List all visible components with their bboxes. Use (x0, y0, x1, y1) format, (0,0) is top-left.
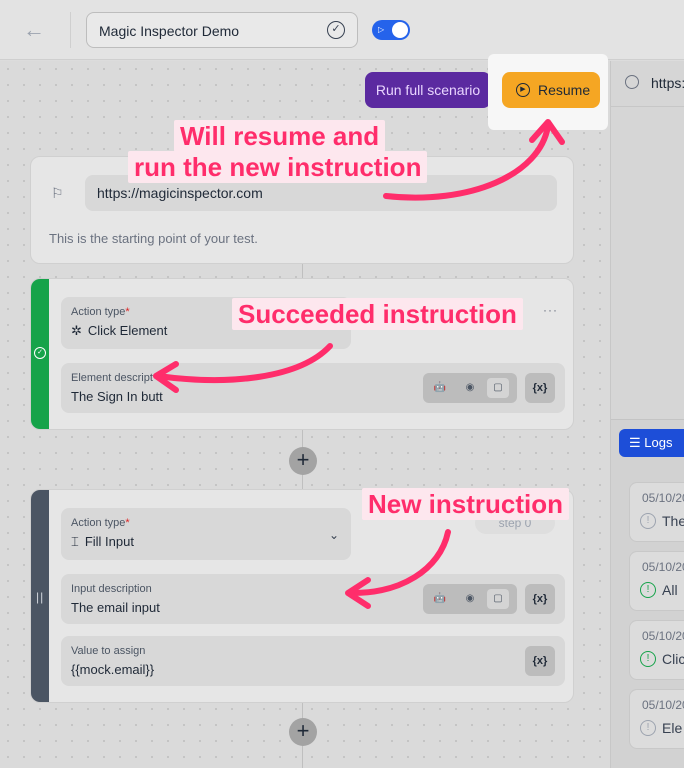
list-icon: ☰ (629, 435, 641, 450)
annotation-resume-line2: run the new instruction (128, 151, 428, 183)
scenario-name-field[interactable]: Magic Inspector Demo ✓ (86, 12, 358, 48)
action-type-value: ⌶ Fill Input (71, 534, 134, 549)
play-icon: ▷ (378, 25, 385, 34)
action-type-value: ✲ Click Element (71, 323, 168, 338)
eye-icon[interactable]: ◉ (459, 378, 481, 398)
add-step-button[interactable]: + (289, 447, 317, 475)
drag-handle-icon[interactable]: || (36, 590, 44, 604)
flag-icon: ⚐ (51, 185, 64, 201)
toggle-knob (392, 22, 408, 38)
log-message: All (662, 582, 678, 598)
log-date: 05/10/20 (642, 491, 684, 505)
element-description-field[interactable]: Element descript The Sign In butt 🤖 ◉ ▢ … (61, 363, 565, 413)
chevron-down-icon: ⌄ (328, 528, 339, 542)
status-bar-pending: || (31, 490, 49, 702)
browser-url[interactable]: https: (651, 75, 684, 91)
annotation-new: New instruction (362, 488, 570, 520)
status-bar-success: ✓ (31, 279, 49, 429)
browser-panel: https: ☰ Logs 05/10/20 ! The 05/10/20 ! … (610, 61, 684, 768)
success-icon: ! (640, 582, 656, 598)
globe-icon (625, 75, 639, 89)
input-description-field[interactable]: Input description The email input 🤖 ◉ ▢ … (61, 574, 565, 624)
log-entry[interactable]: 05/10/20 ! Ele (629, 689, 684, 749)
log-entry[interactable]: 05/10/20 ! The (629, 482, 684, 542)
arrow-left-icon: ← (23, 17, 45, 42)
log-date: 05/10/20 (642, 629, 684, 643)
log-entry[interactable]: 05/10/20 ! All (629, 551, 684, 611)
logs-tab[interactable]: ☰ Logs (619, 429, 684, 457)
annotation-succeeded: Succeeded instruction (232, 298, 523, 330)
info-icon: ! (640, 720, 656, 736)
element-description-label: Element descript (71, 372, 153, 384)
log-message: Ele (662, 720, 683, 736)
value-to-assign-field[interactable]: Value to assign {{mock.email}} {x} (61, 636, 565, 686)
resume-highlight: ▶ Resume (488, 54, 608, 130)
input-description-value: The email input (71, 600, 160, 615)
variable-button[interactable]: {x} (525, 373, 555, 403)
success-icon: ! (640, 651, 656, 667)
resume-label: Resume (538, 82, 591, 98)
code-icon[interactable]: ▢ (487, 589, 509, 609)
more-options-icon[interactable]: ··· (543, 303, 558, 317)
value-to-assign-value: {{mock.email}} (71, 662, 155, 677)
divider (70, 12, 71, 48)
locator-toolgroup: 🤖 ◉ ▢ (423, 373, 517, 403)
logs-panel: ☰ Logs 05/10/20 ! The 05/10/20 ! All 05/… (611, 419, 684, 768)
scenario-name-text: Magic Inspector Demo (99, 23, 240, 39)
logs-tab-label: Logs (644, 435, 673, 450)
resume-button[interactable]: ▶ Resume (502, 72, 600, 108)
log-date: 05/10/20 (642, 560, 684, 574)
action-type-select[interactable]: Action type* ⌶ Fill Input ⌄ (61, 508, 351, 560)
input-icon: ⌶ (71, 534, 79, 549)
divider (611, 106, 684, 107)
info-icon: ! (640, 513, 656, 529)
step-card-new[interactable]: || Action type* ⌶ Fill Input ⌄ step 0 Inp… (30, 489, 574, 703)
input-description-label: Input description (71, 583, 152, 595)
log-message: Clic (662, 651, 684, 667)
log-date: 05/10/20 (642, 698, 684, 712)
connector-line (302, 264, 303, 278)
back-button[interactable]: ← (20, 16, 48, 44)
check-circle-icon[interactable]: ✓ (327, 21, 345, 39)
variable-button[interactable]: {x} (525, 646, 555, 676)
annotation-resume-line1: Will resume and (174, 120, 386, 152)
mode-toggle[interactable]: ▷ (372, 20, 410, 40)
click-icon: ✲ (71, 323, 82, 338)
add-step-button[interactable]: + (289, 718, 317, 746)
variable-button[interactable]: {x} (525, 584, 555, 614)
eye-icon[interactable]: ◉ (459, 589, 481, 609)
run-full-scenario-button[interactable]: Run full scenario (365, 72, 491, 108)
value-to-assign-label: Value to assign (71, 645, 146, 657)
robot-icon[interactable]: 🤖 (429, 378, 451, 398)
start-description: This is the starting point of your test. (49, 231, 258, 246)
element-description-value: The Sign In butt (71, 389, 163, 404)
locator-toolgroup: 🤖 ◉ ▢ (423, 584, 517, 614)
play-circle-icon: ▶ (516, 83, 530, 97)
robot-icon[interactable]: 🤖 (429, 589, 451, 609)
top-bar: ← Magic Inspector Demo ✓ ▷ (0, 0, 684, 60)
check-circle-icon: ✓ (34, 347, 46, 359)
action-type-label: Action type* (71, 306, 130, 318)
code-icon[interactable]: ▢ (487, 378, 509, 398)
log-message: The (662, 513, 684, 529)
log-entry[interactable]: 05/10/20 ! Clic (629, 620, 684, 680)
start-url-text: https://magicinspector.com (97, 185, 263, 201)
action-type-label: Action type* (71, 517, 130, 529)
